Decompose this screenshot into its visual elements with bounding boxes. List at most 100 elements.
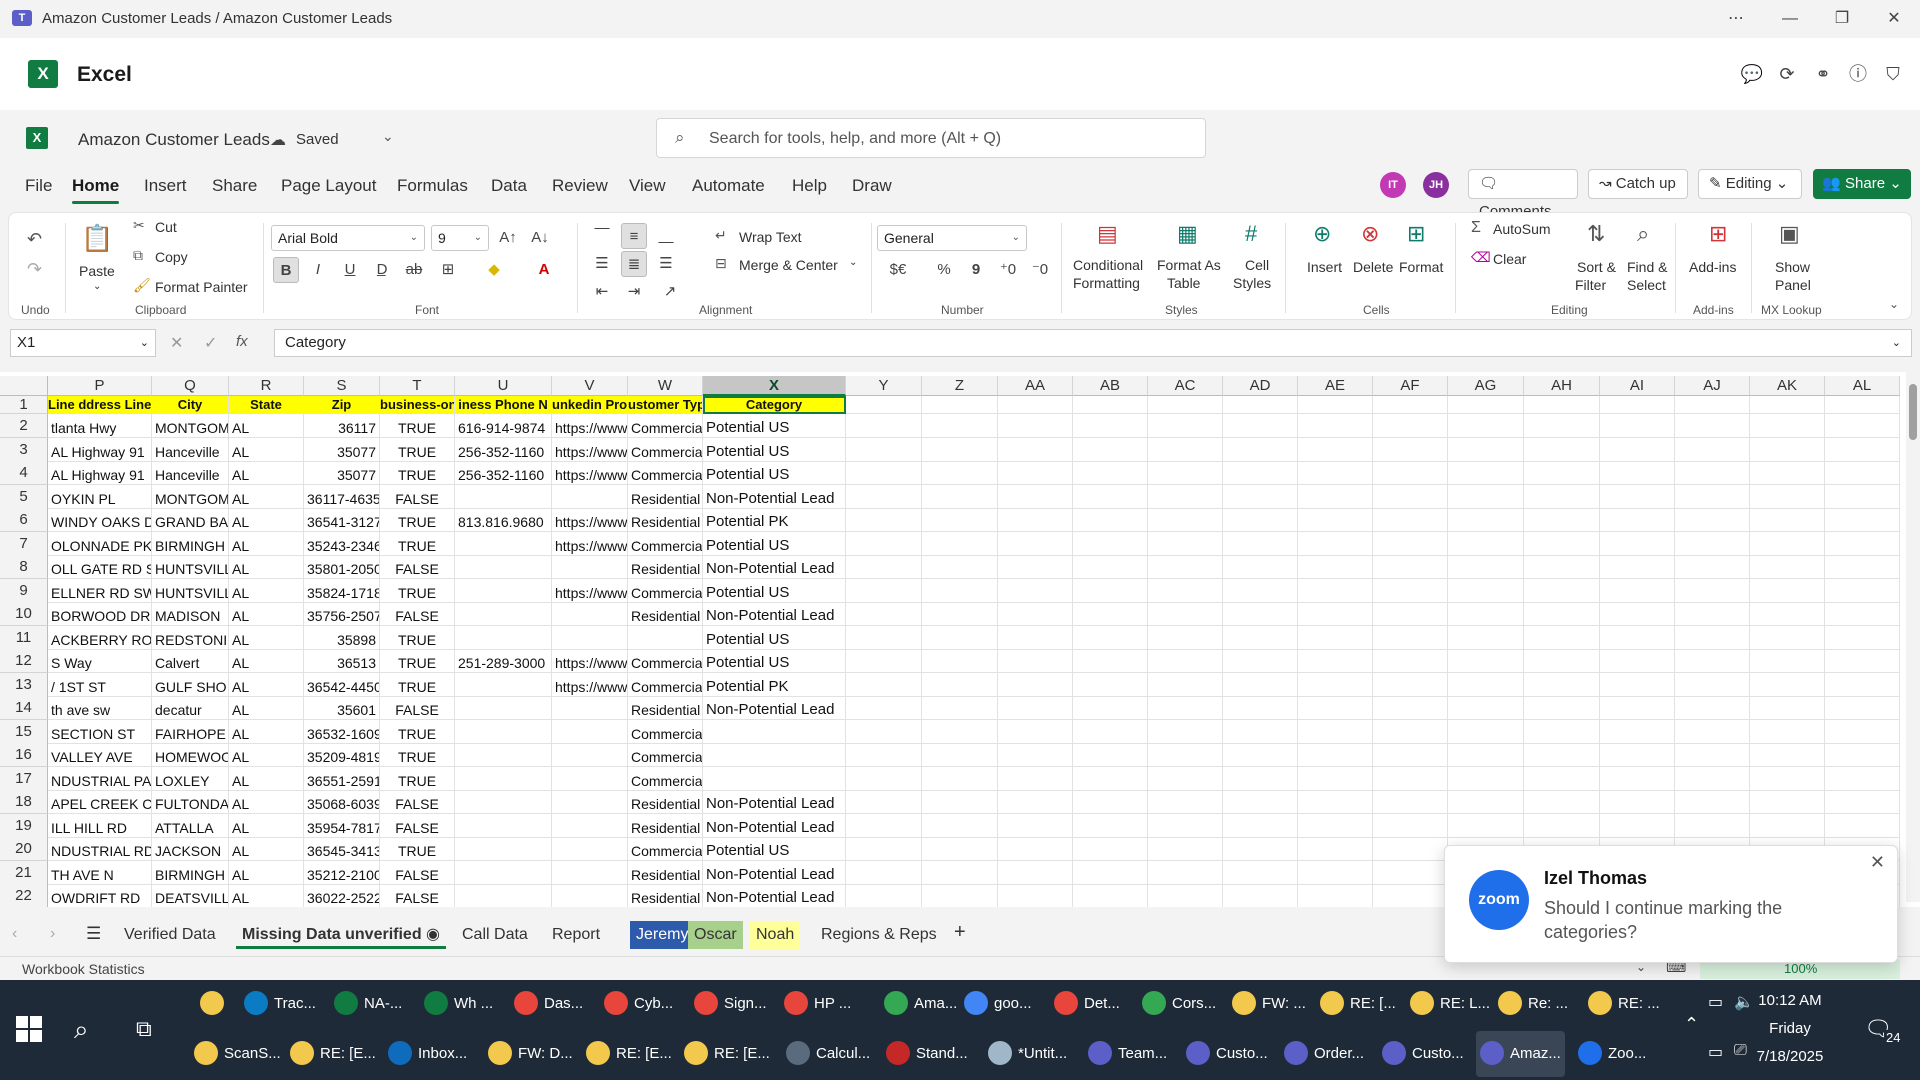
empty-cell[interactable] — [1148, 414, 1223, 438]
header-cell-street[interactable]: Line ddress Line — [48, 396, 152, 414]
cell-state[interactable]: AL — [229, 438, 304, 462]
align-top-icon[interactable]: ⎺ — [589, 223, 615, 249]
empty-cell[interactable] — [1073, 508, 1148, 532]
empty-cell[interactable] — [846, 602, 922, 626]
cell-linkedin[interactable]: https://www — [552, 414, 628, 438]
empty-cell[interactable] — [1223, 673, 1298, 697]
tab-share[interactable]: Share — [212, 176, 257, 196]
header-cell-online[interactable]: business-onl — [380, 396, 455, 414]
cell-linkedin[interactable]: https://www — [552, 438, 628, 462]
empty-cell[interactable] — [998, 743, 1073, 767]
cut-button[interactable]: Cut — [155, 219, 177, 235]
align-middle-icon[interactable]: ≡ — [621, 223, 647, 249]
cell-street[interactable]: tlanta Hwy — [48, 414, 152, 438]
empty-cell[interactable] — [1448, 461, 1524, 485]
empty-cell[interactable] — [998, 696, 1073, 720]
conditional-formatting-button[interactable]: Conditional — [1073, 257, 1143, 273]
empty-cell[interactable] — [1298, 649, 1373, 673]
empty-cell[interactable] — [1600, 555, 1675, 579]
cell-state[interactable]: AL — [229, 602, 304, 626]
cell-street[interactable]: ILL HILL RD — [48, 814, 152, 838]
cell-online[interactable]: TRUE — [380, 579, 455, 603]
sheet-tab[interactable]: Regions & Reps — [815, 921, 943, 949]
undo-icon[interactable]: ↶ — [27, 229, 42, 250]
empty-cell[interactable] — [922, 861, 998, 885]
empty-cell[interactable] — [846, 814, 922, 838]
empty-cell[interactable] — [1073, 696, 1148, 720]
empty-cell[interactable] — [1373, 673, 1448, 697]
empty-cell[interactable] — [1524, 396, 1600, 414]
empty-cell[interactable] — [1600, 438, 1675, 462]
empty-cell[interactable] — [922, 555, 998, 579]
align-right-icon[interactable]: ☰ — [653, 251, 679, 277]
header-cell-phone[interactable]: iness Phone N — [455, 396, 552, 414]
empty-cell[interactable] — [1148, 396, 1223, 414]
empty-cell[interactable] — [1675, 626, 1750, 650]
empty-cell[interactable] — [1148, 884, 1223, 907]
taskbar-app[interactable]: Cors... — [1138, 981, 1220, 1027]
underline-button[interactable]: U — [337, 257, 363, 283]
empty-cell[interactable] — [1750, 579, 1825, 603]
empty-cell[interactable] — [1148, 673, 1223, 697]
cell-online[interactable]: TRUE — [380, 720, 455, 744]
empty-cell[interactable] — [1675, 532, 1750, 556]
cell-state[interactable]: AL — [229, 626, 304, 650]
row-header-7[interactable]: 7 — [0, 532, 48, 556]
tab-file[interactable]: File — [25, 176, 52, 196]
taskbar-app[interactable]: ScanS... — [190, 1031, 285, 1077]
cell-online[interactable]: FALSE — [380, 555, 455, 579]
strikethrough-icon[interactable]: ab — [401, 257, 427, 283]
empty-cell[interactable] — [1373, 414, 1448, 438]
empty-cell[interactable] — [998, 532, 1073, 556]
row-header-10[interactable]: 10 — [0, 602, 48, 626]
empty-cell[interactable] — [1825, 720, 1900, 744]
empty-cell[interactable] — [846, 461, 922, 485]
empty-cell[interactable] — [1298, 743, 1373, 767]
taskbar-app[interactable]: Das... — [510, 981, 587, 1027]
empty-cell[interactable] — [1148, 555, 1223, 579]
sheet-tab[interactable]: Call Data — [456, 921, 534, 949]
empty-cell[interactable] — [922, 532, 998, 556]
empty-cell[interactable] — [1298, 602, 1373, 626]
empty-cell[interactable] — [1600, 767, 1675, 791]
empty-cell[interactable] — [1750, 485, 1825, 509]
empty-cell[interactable] — [846, 743, 922, 767]
empty-cell[interactable] — [1750, 767, 1825, 791]
empty-cell[interactable] — [922, 396, 998, 414]
empty-cell[interactable] — [1524, 720, 1600, 744]
empty-cell[interactable] — [1073, 626, 1148, 650]
empty-cell[interactable] — [1223, 438, 1298, 462]
taskbar-app[interactable]: Re: ... — [1494, 981, 1572, 1027]
cell-category[interactable]: Non-Potential Lead — [703, 555, 846, 579]
vertical-scrollbar[interactable] — [1906, 372, 1920, 902]
tab-help[interactable]: Help — [792, 176, 827, 196]
empty-cell[interactable] — [1073, 579, 1148, 603]
cell-city[interactable]: LOXLEY — [152, 767, 229, 791]
header-cell-city[interactable]: City — [152, 396, 229, 414]
empty-cell[interactable] — [1448, 508, 1524, 532]
cell-category[interactable]: Potential US — [703, 438, 846, 462]
empty-cell[interactable] — [1298, 861, 1373, 885]
clock-time[interactable]: 10:12 AM — [1740, 992, 1840, 1009]
empty-cell[interactable] — [1223, 555, 1298, 579]
cell-street[interactable]: OLL GATE RD S — [48, 555, 152, 579]
cell-category[interactable]: Non-Potential Lead — [703, 861, 846, 885]
font-color-icon[interactable]: A — [531, 257, 557, 283]
empty-cell[interactable] — [1524, 814, 1600, 838]
cell-city[interactable]: HOMEWOO — [152, 743, 229, 767]
empty-cell[interactable] — [1223, 861, 1298, 885]
empty-cell[interactable] — [1825, 649, 1900, 673]
cell-phone[interactable]: 616-914-9874 — [455, 414, 552, 438]
column-header-ak[interactable]: AK — [1750, 376, 1825, 396]
empty-cell[interactable] — [1148, 814, 1223, 838]
show-hidden-icons[interactable]: ⌃ — [1684, 1014, 1699, 1035]
autosum-button[interactable]: AutoSum — [1493, 221, 1551, 237]
empty-cell[interactable] — [1524, 508, 1600, 532]
empty-cell[interactable] — [922, 649, 998, 673]
row-header-5[interactable]: 5 — [0, 485, 48, 509]
taskbar-app[interactable]: FW: ... — [1228, 981, 1310, 1027]
cell-linkedin[interactable] — [552, 884, 628, 907]
cell-phone[interactable] — [455, 743, 552, 767]
cell-phone[interactable] — [455, 837, 552, 861]
empty-cell[interactable] — [1148, 532, 1223, 556]
